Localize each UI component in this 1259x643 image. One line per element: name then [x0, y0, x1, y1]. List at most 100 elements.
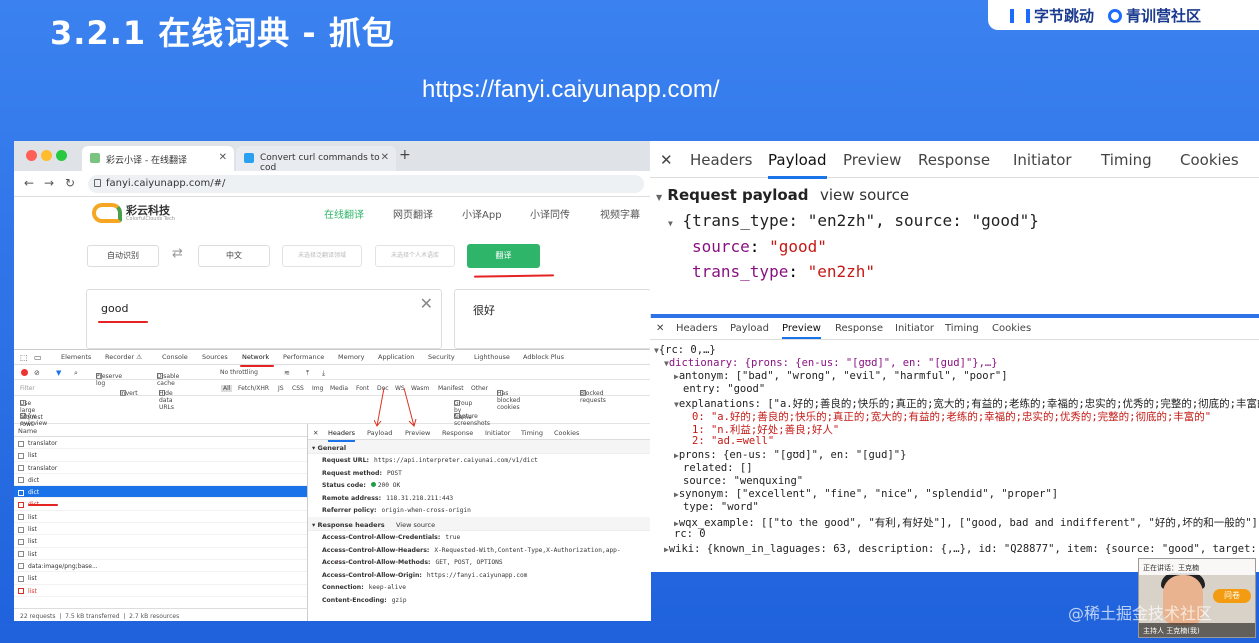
back-icon[interactable]: ← — [24, 176, 34, 190]
filter-type-all[interactable]: All — [221, 385, 233, 392]
devtools-tab-recorder[interactable]: Recorder ⚠ — [105, 353, 142, 361]
request-row[interactable]: list — [14, 523, 307, 536]
target-language-select[interactable]: 中文 — [198, 245, 270, 267]
view-source-link[interactable]: View source — [396, 521, 435, 529]
general-section-header[interactable]: ▾ General — [308, 440, 651, 454]
filter-type-other[interactable]: Other — [471, 385, 488, 392]
json-wqx-example[interactable]: ▶wqx_example: [["to the good", "有利,有好处"]… — [674, 515, 1259, 530]
filter-type-media[interactable]: Media — [330, 385, 348, 392]
source-text-area[interactable]: good ✕ — [86, 289, 442, 349]
request-row[interactable]: list — [14, 548, 307, 560]
wifi-icon[interactable]: ≋ — [284, 369, 290, 377]
filter-icon[interactable]: ▼ — [56, 369, 61, 377]
import-icon[interactable]: ⤒ — [306, 369, 309, 378]
browser-tab-curl[interactable]: Convert curl commands to cod ✕ — [236, 146, 396, 173]
filter-type-css[interactable]: CSS — [292, 385, 304, 392]
request-row[interactable]: dict — [14, 498, 307, 511]
devtools-tab-adblock[interactable]: Adblock Plus — [523, 353, 564, 361]
panel-tab-payload[interactable]: Payload — [730, 323, 769, 334]
close-tab-icon[interactable]: ✕ — [219, 152, 227, 163]
panel-tab-cookies[interactable]: Cookies — [992, 323, 1031, 334]
request-row[interactable]: translator — [14, 437, 307, 450]
url-input[interactable]: fanyi.caiyunapp.com/#/ — [88, 175, 644, 193]
close-tab-icon[interactable]: ✕ — [381, 152, 389, 163]
panel-tab-initiator[interactable]: Initiator — [895, 323, 934, 334]
request-row[interactable]: list — [14, 585, 307, 597]
export-icon[interactable]: ⤓ — [322, 369, 325, 378]
speaker-video[interactable]: 正在讲话：王克楠 问卷 主持人 王克楠(我) — [1138, 558, 1256, 638]
panel-tab-headers[interactable]: Headers — [690, 151, 752, 169]
detail-tab-response[interactable]: Response — [442, 429, 473, 437]
json-antonym[interactable]: ▶antonym: ["bad", "wrong", "evil", "harm… — [674, 370, 1008, 382]
request-row[interactable]: data:image/png;base... — [14, 560, 307, 573]
devtools-tab-network[interactable]: Network — [242, 353, 269, 361]
request-row[interactable]: list — [14, 511, 307, 524]
close-window-icon[interactable] — [26, 150, 37, 161]
json-dictionary[interactable]: ▼dictionary: {prons: {en-us: "[gʊd]", en… — [664, 357, 998, 369]
forward-icon[interactable]: → — [44, 176, 54, 190]
request-payload-heading[interactable]: ▼ Request payload — [656, 186, 809, 204]
panel-tab-response[interactable]: Response — [835, 323, 883, 334]
inspect-icon[interactable]: ⬚ — [20, 353, 28, 362]
json-prons[interactable]: ▶prons: {en-us: "[gʊd]", en: "[gud]"} — [674, 449, 906, 461]
device-toggle-icon[interactable]: ▭ — [34, 353, 42, 362]
filter-type-manifest[interactable]: Manifest — [438, 385, 464, 392]
filter-type-img[interactable]: Img — [312, 385, 323, 392]
request-row[interactable]: list — [14, 572, 307, 585]
detail-tab-timing[interactable]: Timing — [521, 429, 543, 437]
panel-tab-timing[interactable]: Timing — [945, 323, 979, 334]
swap-languages-icon[interactable]: ⇄ — [172, 246, 183, 261]
site-nav-subtitle[interactable]: 视频字幕 — [600, 206, 640, 221]
devtools-tab-performance[interactable]: Performance — [283, 353, 324, 361]
payload-object[interactable]: ▼ {trans_type: "en2zh", source: "good"} — [668, 211, 1039, 230]
filter-type-js[interactable]: JS — [278, 385, 284, 392]
panel-tab-cookies[interactable]: Cookies — [1180, 151, 1239, 169]
close-panel-icon[interactable]: ✕ — [660, 151, 673, 169]
filter-type-xhr[interactable]: Fetch/XHR — [238, 385, 269, 392]
source-language-select[interactable]: 自动识别 — [87, 245, 159, 267]
glossary-select[interactable]: 未选择个人术语库 — [375, 245, 455, 267]
devtools-tab-application[interactable]: Application — [378, 353, 414, 361]
detail-tab-headers[interactable]: Headers — [328, 429, 356, 442]
filter-input[interactable]: Filter — [20, 385, 35, 392]
browser-tab-caiyun[interactable]: 彩云小译 - 在线翻译 ✕ — [82, 146, 234, 171]
devtools-tab-console[interactable]: Console — [162, 353, 188, 361]
view-source-link[interactable]: view source — [820, 186, 909, 204]
panel-tab-preview[interactable]: Preview — [782, 323, 821, 339]
panel-tab-initiator[interactable]: Initiator — [1013, 151, 1072, 169]
translate-button[interactable]: 翻译 — [467, 244, 540, 268]
reload-icon[interactable]: ↻ — [65, 176, 75, 190]
devtools-tab-memory[interactable]: Memory — [338, 353, 364, 361]
site-nav-app[interactable]: 小译App — [462, 206, 502, 221]
request-row[interactable]: list — [14, 449, 307, 462]
site-nav-online[interactable]: 在线翻译 — [324, 206, 364, 221]
close-panel-icon[interactable]: ✕ — [656, 323, 664, 334]
record-icon[interactable] — [21, 369, 28, 376]
json-synonym[interactable]: ▶synonym: ["excellent", "fine", "nice", … — [674, 488, 1058, 500]
domain-select[interactable]: 未选择泛翻译领域 — [282, 245, 362, 267]
site-nav-interpret[interactable]: 小译同传 — [530, 206, 570, 221]
panel-tab-timing[interactable]: Timing — [1101, 151, 1152, 169]
throttling-select[interactable]: No throttling — [220, 369, 258, 376]
json-root[interactable]: ▼{rc: 0,…} — [654, 344, 716, 356]
response-headers-section-header[interactable]: ▾ Response headers View source — [308, 516, 651, 531]
detail-tab-initiator[interactable]: Initiator — [485, 429, 510, 437]
devtools-tab-sources[interactable]: Sources — [202, 353, 228, 361]
json-wiki[interactable]: ▶wiki: {known_in_laguages: 63, descripti… — [664, 541, 1259, 556]
request-row[interactable]: translator — [14, 462, 307, 474]
search-icon[interactable]: ⌕ — [74, 369, 78, 378]
questionnaire-button[interactable]: 问卷 — [1213, 589, 1251, 603]
devtools-tab-elements[interactable]: Elements — [61, 353, 91, 361]
minimize-window-icon[interactable] — [41, 150, 52, 161]
clear-icon[interactable]: ✕ — [420, 294, 433, 313]
request-row-selected[interactable]: dict — [14, 486, 307, 499]
detail-tab-cookies[interactable]: Cookies — [554, 429, 579, 437]
maximize-window-icon[interactable] — [56, 150, 67, 161]
filter-type-font[interactable]: Font — [356, 385, 369, 392]
panel-tab-headers[interactable]: Headers — [676, 323, 718, 334]
devtools-tab-lighthouse[interactable]: Lighthouse — [474, 353, 510, 361]
request-row[interactable]: dict — [14, 474, 307, 487]
request-row[interactable]: list — [14, 535, 307, 548]
clear-log-icon[interactable]: ⊘ — [34, 369, 40, 377]
panel-tab-response[interactable]: Response — [918, 151, 990, 169]
